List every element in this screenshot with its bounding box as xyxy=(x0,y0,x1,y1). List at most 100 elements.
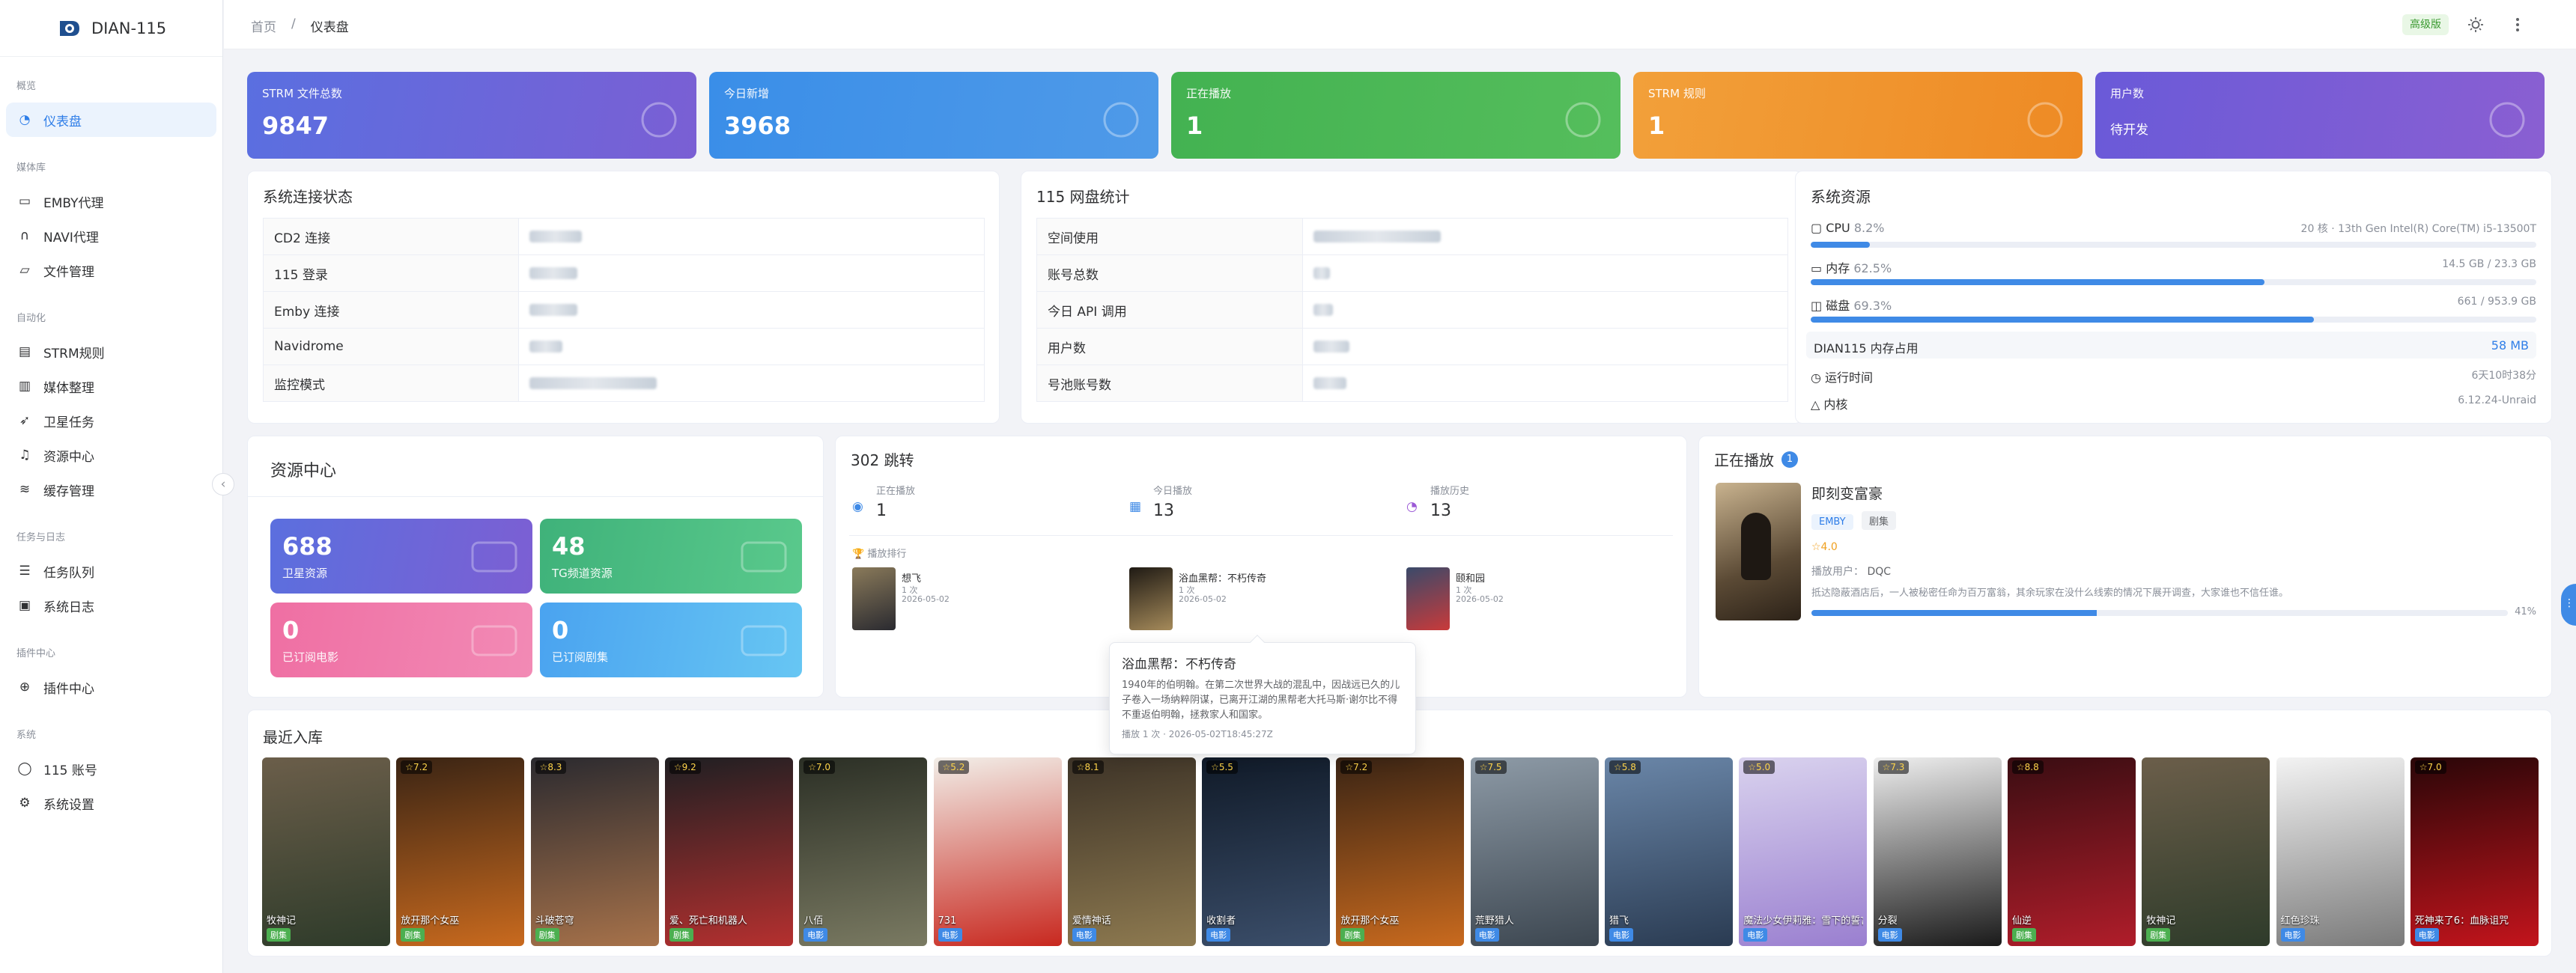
app-logo[interactable]: DIAN-115 xyxy=(0,0,222,57)
sidebar-item[interactable]: ≋ 缓存管理 xyxy=(6,472,216,507)
media-poster[interactable]: ☆5.2 731 电影 xyxy=(933,757,1062,946)
media-poster[interactable]: ☆7.3 分裂 电影 xyxy=(1873,757,2002,946)
media-poster[interactable]: 牧神记 剧集 xyxy=(2142,757,2270,946)
floating-menu-button[interactable]: ⋮⋮ xyxy=(2561,584,2576,626)
stat-card[interactable]: STRM 规则 1 xyxy=(1633,72,2083,159)
media-poster[interactable]: ☆7.0 死神来了6：血脉诅咒 电影 xyxy=(2410,757,2539,946)
sidebar-item[interactable]: ◯ 115 账号 xyxy=(6,751,216,786)
kernel-value: 6.12.24-Unraid xyxy=(2458,394,2536,406)
media-poster[interactable]: ☆5.8 猎飞 电影 xyxy=(1605,757,1733,946)
sidebar-item[interactable]: ▤ STRM规则 xyxy=(6,335,216,369)
status-key: 监控模式 xyxy=(262,365,520,402)
stat-card[interactable]: STRM 文件总数 9847 xyxy=(247,72,696,159)
today-play-stat: ▦ 今日播放 13 xyxy=(1129,483,1192,520)
media-poster[interactable]: ☆5.5 收割者 电影 xyxy=(1202,757,1331,946)
media-poster[interactable]: ☆9.2 爱、死亡和机器人 剧集 xyxy=(664,757,793,946)
sidebar-item[interactable]: ☰ 任务队列 xyxy=(6,554,216,588)
edition-badge: 高级版 xyxy=(2402,14,2449,35)
play-circle-icon: ◉ xyxy=(852,499,863,514)
media-poster[interactable]: ☆7.5 荒野猎人 电影 xyxy=(1470,757,1599,946)
stat-card[interactable]: 正在播放 1 xyxy=(1171,72,1620,159)
trophy-icon: 🏆 xyxy=(852,549,868,560)
breadcrumb-home[interactable]: 首页 xyxy=(251,16,276,35)
poster-type-badge: 剧集 xyxy=(2146,928,2171,942)
folder-icon: ▱ xyxy=(19,263,30,278)
redacted-value xyxy=(1313,267,1331,279)
media-poster[interactable]: ☆7.2 放开那个女巫 剧集 xyxy=(1336,757,1465,946)
status-row: Navidrome xyxy=(262,328,985,365)
tag-series: 剧集 xyxy=(1862,511,1897,530)
linux-icon: △ xyxy=(1811,397,1824,412)
rank-item[interactable]: 想飞 1 次 2026-05-02 xyxy=(852,567,1107,630)
nav-group-title: 媒体库 xyxy=(16,162,46,174)
pan115-stats-title: 115 网盘统计 xyxy=(1036,188,1130,206)
now-playing-poster[interactable] xyxy=(1716,483,1801,620)
media-poster[interactable]: ☆8.8 仙逆 剧集 xyxy=(2007,757,2136,946)
media-poster[interactable]: ☆8.3 斗破苍穹 剧集 xyxy=(530,757,659,946)
disk-icon: ◫ xyxy=(1811,299,1826,313)
redirect-302-title: 302 跳转 xyxy=(851,451,914,469)
sidebar-item[interactable]: ▥ 媒体整理 xyxy=(6,369,216,403)
cpu-bar-fill xyxy=(1811,242,1871,248)
stat-label: 今日新增 xyxy=(724,87,770,100)
media-poster[interactable]: ☆7.2 放开那个女巫 剧集 xyxy=(396,757,525,946)
poster-rating: ☆7.3 xyxy=(1877,760,1910,774)
rank-tooltip: 浴血黑帮：不朽传奇 1940年的伯明翰。在第二次世界大战的混乱中，因战远已久的儿… xyxy=(1109,635,1416,754)
status-row: 账号总数 xyxy=(1036,254,1788,292)
sidebar-item[interactable]: ⊕ 插件中心 xyxy=(6,670,216,704)
stat-card[interactable]: 今日新增 3968 xyxy=(709,72,1158,159)
poster-title: 放开那个女巫 xyxy=(401,915,460,927)
sidebar-item[interactable]: ▣ 系统日志 xyxy=(6,588,216,623)
stat-card[interactable]: 用户数 待开发 xyxy=(2095,72,2545,159)
more-vertical-icon xyxy=(2516,18,2519,31)
pan115-stats-table: 空间使用 账号总数 今日 API 调用 用户数 号池账号数 xyxy=(1036,218,1788,402)
sidebar-item[interactable]: ➶ 卫星任务 xyxy=(6,403,216,438)
nav-group-title: 任务与日志 xyxy=(16,532,66,543)
grid-icon: ⋮⋮ xyxy=(2564,597,2576,609)
status-row: 空间使用 xyxy=(1036,218,1788,255)
rank-item[interactable]: 浴血黑帮：不朽传奇 1 次 2026-05-02 xyxy=(1129,567,1384,630)
nav-group-title: 插件中心 xyxy=(16,648,56,659)
stat-value: 3968 xyxy=(724,112,792,140)
play-rank-label: 播放排行 xyxy=(867,549,907,560)
resource-tile[interactable]: 0 已订阅剧集 xyxy=(540,603,802,677)
now-playing-progress-bar xyxy=(1811,610,2508,616)
sun-icon xyxy=(2468,17,2483,32)
poster-title: 猎飞 xyxy=(1609,915,1629,927)
more-menu-button[interactable] xyxy=(2506,13,2530,37)
sidebar-item[interactable]: ▭ EMBY代理 xyxy=(6,184,216,219)
media-poster[interactable]: ☆8.1 爱情神话 电影 xyxy=(1067,757,1196,946)
now-playing-rating: ☆4.0 xyxy=(1811,541,1838,553)
breadcrumb-separator: / xyxy=(291,16,296,31)
document-icon: ▤ xyxy=(18,344,31,359)
user-icon: ◯ xyxy=(17,761,32,776)
sidebar-item[interactable]: ⚙ 系统设置 xyxy=(6,786,216,820)
tooltip-meta: 播放 1 次 · 2026-05-02T18:45:27Z xyxy=(1122,729,1273,739)
memory-bar-fill xyxy=(1811,279,2264,285)
resource-tile[interactable]: 0 已订阅电影 xyxy=(270,603,532,677)
now-playing-tags: EMBY 剧集 xyxy=(1811,511,1901,530)
sidebar-item[interactable]: ▱ 文件管理 xyxy=(6,253,216,287)
poster-title: 爱情神话 xyxy=(1072,915,1111,927)
rank-item[interactable]: 颐和园 1 次 2026-05-02 xyxy=(1406,567,1661,630)
collapse-sidebar-button[interactable]: ‹ xyxy=(212,473,234,495)
app-memory-label: DIAN115 内存占用 xyxy=(1814,341,1919,356)
sidebar-item[interactable]: ◔ 仪表盘 xyxy=(6,103,216,137)
status-key: 今日 API 调用 xyxy=(1036,291,1304,329)
sidebar-item[interactable]: ∩ NAVI代理 xyxy=(6,219,216,253)
media-poster[interactable]: 牧神记 剧集 xyxy=(262,757,390,946)
resource-tile[interactable]: 688 卫星资源 xyxy=(270,519,532,594)
sidebar-item[interactable]: ♫ 资源中心 xyxy=(6,438,216,472)
sidebar-item-label: 卫星任务 xyxy=(43,415,94,430)
redacted-value xyxy=(529,267,578,279)
uptime-row: ◷ 运行时间 6天10时38分 xyxy=(1811,367,2536,385)
media-poster[interactable]: 红色珍珠 电影 xyxy=(2276,757,2405,946)
resource-tile[interactable]: 48 TG频道资源 xyxy=(540,519,802,594)
status-row: CD2 连接 xyxy=(262,218,985,255)
media-poster[interactable]: ☆5.0 魔法少女伊莉雅：雪下的誓言 重樱的炫翼电影 xyxy=(1739,757,1868,946)
theme-toggle-button[interactable] xyxy=(2464,13,2488,37)
monitor-icon: ▭ xyxy=(18,194,31,209)
poster-title: 荒野猎人 xyxy=(1474,915,1514,927)
status-value xyxy=(518,365,985,402)
media-poster[interactable]: ☆7.0 八佰 电影 xyxy=(799,757,928,946)
